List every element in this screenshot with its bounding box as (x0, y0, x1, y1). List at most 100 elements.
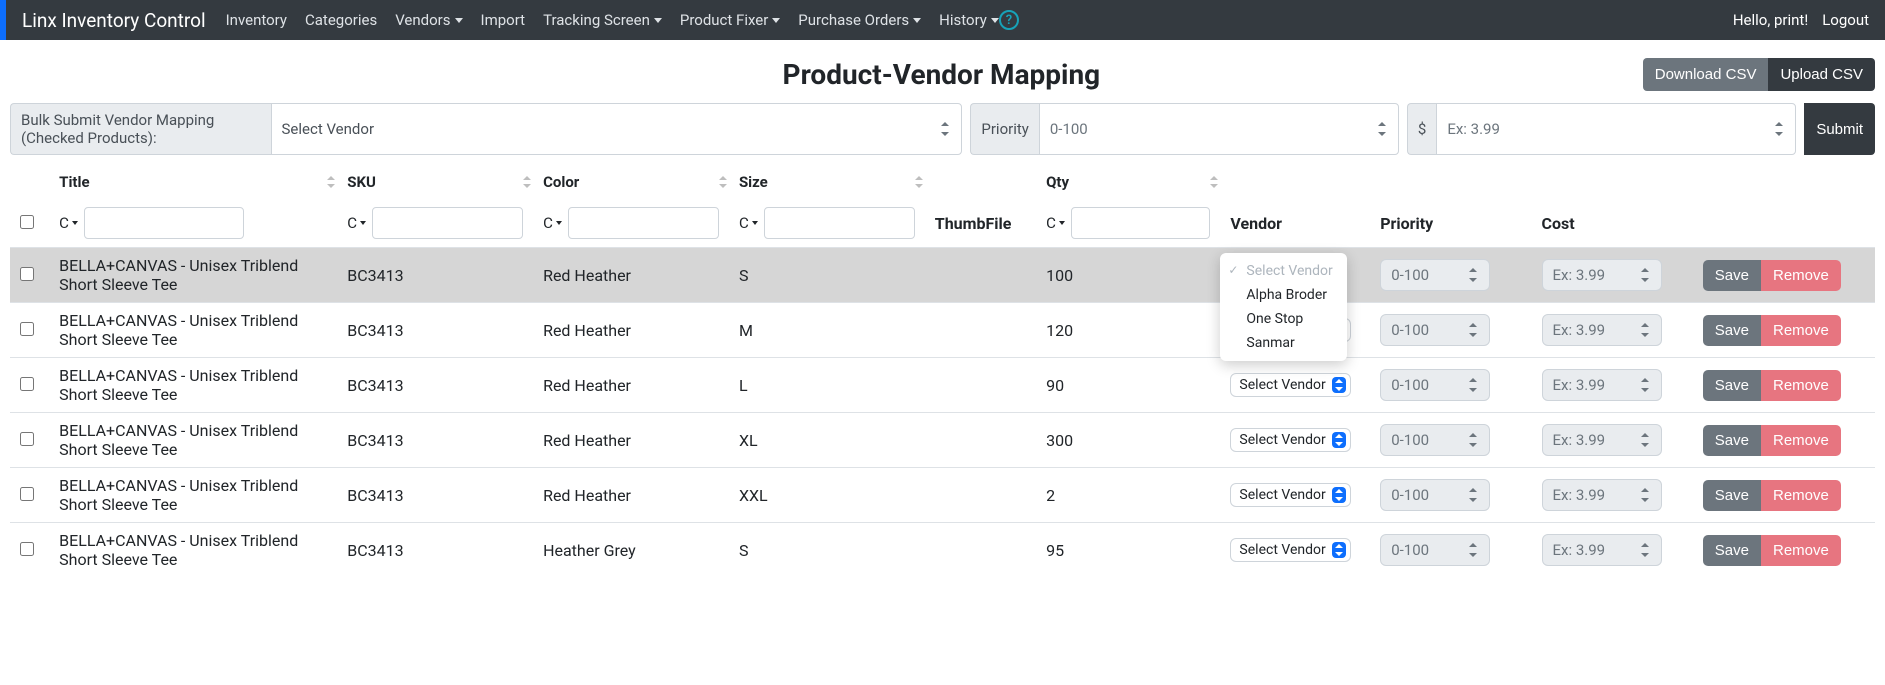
remove-button[interactable]: Remove (1761, 370, 1841, 401)
vendor-select[interactable]: Select Vendor (1230, 428, 1350, 452)
priority-input[interactable]: 0-100 (1380, 479, 1490, 511)
table-row: BELLA+CANVAS - Unisex Triblend Short Sle… (10, 523, 1875, 578)
select-arrows-icon (1332, 377, 1346, 393)
filter-mode-qty[interactable]: C (1046, 214, 1065, 232)
header-color[interactable]: Color (533, 165, 729, 199)
priority-input[interactable]: 0-100 (1380, 369, 1490, 401)
navbar-right: Hello, print! Logout (1733, 11, 1869, 29)
stepper-icon (1469, 433, 1479, 447)
priority-input[interactable]: 0-100 (1380, 259, 1490, 291)
header-cost: Cost (1532, 199, 1693, 248)
filter-input-sku[interactable] (372, 207, 523, 239)
table-row: BELLA+CANVAS - Unisex Triblend Short Sle… (10, 358, 1875, 413)
vendor-dropdown-item[interactable]: Select Vendor (1220, 259, 1346, 283)
remove-button[interactable]: Remove (1761, 425, 1841, 456)
vendor-dropdown-item[interactable]: One Stop (1220, 307, 1346, 331)
remove-button[interactable]: Remove (1761, 535, 1841, 566)
row-checkbox[interactable] (20, 377, 34, 391)
cell-priority: 0-100 (1370, 358, 1531, 413)
cell-priority: 0-100 (1370, 413, 1531, 468)
save-button[interactable]: Save (1703, 315, 1761, 346)
nav-item-product-fixer[interactable]: Product Fixer (680, 11, 780, 29)
filter-input-size[interactable] (764, 207, 915, 239)
cost-input[interactable]: Ex: 3.99 (1542, 424, 1662, 456)
header-size[interactable]: Size (729, 165, 925, 199)
header-priority: Priority (1370, 199, 1531, 248)
cell-qty: 120 (1036, 303, 1220, 358)
remove-button[interactable]: Remove (1761, 480, 1841, 511)
row-checkbox[interactable] (20, 432, 34, 446)
filter-mode-title[interactable]: C (59, 214, 78, 232)
chevron-down-icon (772, 18, 780, 23)
save-button[interactable]: Save (1703, 260, 1761, 291)
vendor-dropdown-item[interactable]: Sanmar (1220, 331, 1346, 355)
row-checkbox[interactable] (20, 542, 34, 556)
nav-item-purchase-orders[interactable]: Purchase Orders (798, 11, 921, 29)
cost-input[interactable]: Ex: 3.99 (1542, 369, 1662, 401)
row-checkbox[interactable] (20, 267, 34, 281)
filter-input-color[interactable] (568, 207, 719, 239)
vendor-select[interactable]: Select Vendor (1230, 373, 1350, 397)
vendor-dropdown-item[interactable]: Alpha Broder (1220, 283, 1346, 307)
cell-color: Red Heather (533, 248, 729, 303)
priority-input[interactable]: 0-100 (1380, 314, 1490, 346)
nav-item-vendors[interactable]: Vendors (395, 11, 462, 29)
cell-cost: Ex: 3.99 (1532, 523, 1693, 578)
bulk-cost-input[interactable]: Ex: 3.99 (1436, 103, 1796, 155)
nav-item-inventory[interactable]: Inventory (226, 11, 287, 29)
page-title: Product-Vendor Mapping (240, 58, 1643, 91)
save-button[interactable]: Save (1703, 425, 1761, 456)
save-button[interactable]: Save (1703, 535, 1761, 566)
row-checkbox[interactable] (20, 322, 34, 336)
stepper-icon (1641, 323, 1651, 337)
stepper-icon (1775, 122, 1785, 136)
save-button[interactable]: Save (1703, 370, 1761, 401)
logout-link[interactable]: Logout (1822, 11, 1869, 29)
cell-thumb (925, 523, 1036, 578)
remove-button[interactable]: Remove (1761, 260, 1841, 291)
nav-item-import[interactable]: Import (481, 11, 526, 29)
nav-item-history[interactable]: History (939, 11, 999, 29)
navbar: Linx Inventory Control Inventory Categori… (0, 0, 1885, 40)
filter-mode-color[interactable]: C (543, 214, 562, 232)
bulk-submit-button[interactable]: Submit (1804, 103, 1875, 155)
stepper-icon (1641, 378, 1651, 392)
nav-item-tracking-screen[interactable]: Tracking Screen (543, 11, 662, 29)
cost-input[interactable]: Ex: 3.99 (1542, 314, 1662, 346)
vendor-select[interactable]: Select Vendor (1230, 483, 1350, 507)
stepper-icon (1641, 433, 1651, 447)
brand[interactable]: Linx Inventory Control (22, 9, 206, 32)
cell-vendor: Select Vendor (1220, 468, 1370, 523)
filter-input-title[interactable] (84, 207, 244, 239)
upload-csv-button[interactable]: Upload CSV (1768, 58, 1875, 91)
bulk-vendor-select[interactable]: Select Vendor (271, 103, 963, 155)
row-checkbox[interactable] (20, 487, 34, 501)
cell-sku: BC3413 (337, 468, 533, 523)
table-row: BELLA+CANVAS - Unisex Triblend Short Sle… (10, 248, 1875, 303)
page-header: Product-Vendor Mapping Download CSV Uplo… (0, 40, 1885, 103)
header-sku[interactable]: SKU (337, 165, 533, 199)
chevron-down-icon (654, 18, 662, 23)
remove-button[interactable]: Remove (1761, 315, 1841, 346)
nav-item-categories[interactable]: Categories (305, 11, 377, 29)
filter-mode-size[interactable]: C (739, 214, 758, 232)
download-csv-button[interactable]: Download CSV (1643, 58, 1769, 91)
priority-input[interactable]: 0-100 (1380, 534, 1490, 566)
select-all-checkbox[interactable] (20, 215, 34, 229)
header-qty[interactable]: Qty (1036, 165, 1220, 199)
header-title[interactable]: Title (49, 165, 337, 199)
help-icon[interactable]: ? (999, 10, 1019, 30)
filter-mode-sku[interactable]: C (347, 214, 366, 232)
cost-input[interactable]: Ex: 3.99 (1542, 259, 1662, 291)
cost-input[interactable]: Ex: 3.99 (1542, 479, 1662, 511)
cost-input[interactable]: Ex: 3.99 (1542, 534, 1662, 566)
cell-cost: Ex: 3.99 (1532, 303, 1693, 358)
vendor-select[interactable]: Select Vendor (1230, 538, 1350, 562)
bulk-priority-input[interactable]: 0-100 (1039, 103, 1399, 155)
filter-input-qty[interactable] (1071, 207, 1211, 239)
cell-size: L (729, 358, 925, 413)
save-button[interactable]: Save (1703, 480, 1761, 511)
chevron-down-icon (752, 221, 758, 225)
priority-input[interactable]: 0-100 (1380, 424, 1490, 456)
select-arrows-icon (1332, 432, 1346, 448)
